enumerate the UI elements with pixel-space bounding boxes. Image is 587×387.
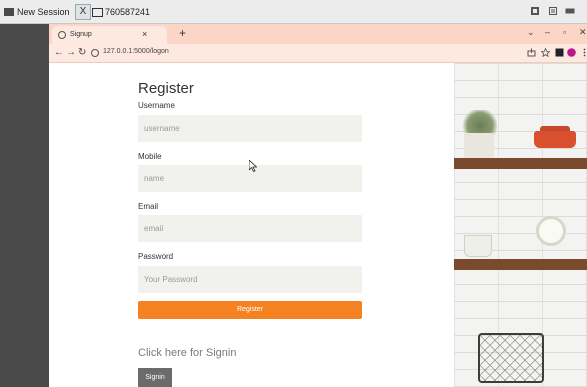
star-icon[interactable] — [541, 48, 550, 57]
session-id: 760587241 — [92, 5, 150, 19]
register-page: Register Username Mobile Email Password … — [49, 63, 587, 387]
share-icon[interactable] — [527, 48, 536, 57]
minimize-button[interactable]: – — [545, 27, 550, 37]
wooden-shelf-lower — [454, 259, 587, 270]
settings-icon[interactable] — [530, 6, 540, 16]
back-arrow-icon[interactable]: ← — [54, 47, 64, 58]
profile-avatar-icon[interactable] — [567, 48, 576, 57]
email-input[interactable] — [138, 215, 362, 242]
email-label: Email — [138, 202, 159, 211]
forward-arrow-icon[interactable]: → — [66, 47, 76, 58]
signin-link[interactable]: Click here for Signin — [138, 347, 236, 359]
mouse-cursor-icon — [249, 160, 257, 172]
kitchen-hero-image — [454, 63, 587, 387]
new-tab-button[interactable]: + — [179, 26, 186, 40]
menu-icon[interactable] — [580, 48, 587, 57]
url-text: 127.0.0.1:5000/logon — [103, 48, 169, 55]
close-window-button[interactable]: ✕ — [579, 27, 587, 38]
plant-pot-image — [464, 133, 494, 158]
keyboard-icon[interactable] — [565, 6, 575, 16]
remote-session-bar: New Session X 760587241 — [0, 0, 587, 24]
tab-close-button[interactable]: × — [142, 29, 147, 39]
mobile-label: Mobile — [138, 152, 162, 161]
browser-window: Signup × + ⌄ – ▫ ✕ ← → ↻ 127.0.0.1:5000/… — [49, 24, 587, 387]
globe-icon — [58, 31, 66, 39]
wooden-shelf-upper — [454, 158, 587, 169]
tab-strip: Signup × + ⌄ – ▫ ✕ — [49, 24, 587, 44]
wall-clock-image — [536, 216, 566, 246]
clipboard-icon[interactable] — [548, 6, 558, 16]
register-button[interactable]: Register — [138, 301, 362, 319]
session-close-button[interactable]: X — [75, 4, 91, 20]
password-input[interactable] — [138, 266, 362, 293]
session-title: New Session — [17, 7, 70, 17]
tab-signup[interactable]: Signup × — [52, 26, 167, 44]
username-label: Username — [138, 101, 175, 110]
info-icon[interactable] — [91, 49, 99, 57]
address-bar: ← → ↻ 127.0.0.1:5000/logon — [49, 44, 587, 63]
dutch-oven-image — [534, 131, 576, 148]
tab-title: Signup — [70, 31, 92, 38]
url-field[interactable]: 127.0.0.1:5000/logon — [89, 46, 529, 60]
monitor-icon — [92, 7, 103, 17]
username-input[interactable] — [138, 115, 362, 142]
page-title: Register — [138, 80, 194, 97]
sidebar-icon[interactable] — [555, 48, 564, 57]
maximize-button[interactable]: ▫ — [563, 27, 566, 37]
wire-basket-image — [478, 333, 544, 383]
signin-button[interactable]: Signin — [138, 368, 172, 387]
session-icon — [4, 8, 14, 16]
tab-search-button[interactable]: ⌄ — [527, 27, 535, 38]
remote-desktop-margin — [0, 24, 49, 387]
reload-icon[interactable]: ↻ — [78, 47, 86, 58]
new-session-item[interactable]: New Session — [4, 5, 70, 19]
session-id-label: 760587241 — [105, 7, 151, 17]
saucepan-image — [464, 235, 492, 257]
password-label: Password — [138, 252, 174, 261]
